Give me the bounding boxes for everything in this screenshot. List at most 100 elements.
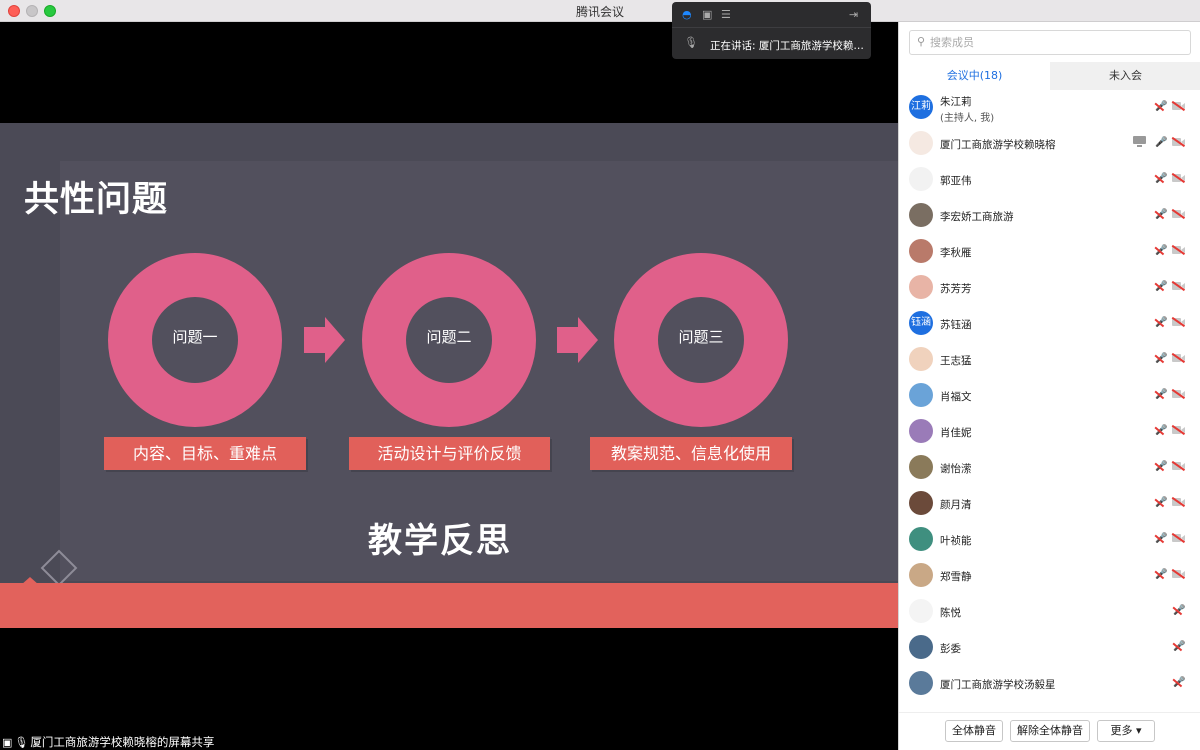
member-name: 郭亚伟 — [940, 175, 972, 187]
member-row[interactable]: 肖福文 🎤 — [899, 378, 1200, 414]
mic-muted-icon[interactable]: 🎤 — [1154, 425, 1167, 436]
mic-muted-icon[interactable]: 🎤 — [1154, 461, 1167, 472]
camera-off-icon[interactable] — [1171, 352, 1186, 363]
mute-slash — [1154, 498, 1165, 507]
member-row[interactable]: 厦门工商旅游学校汤毅星 🎤 — [899, 666, 1200, 702]
member-name: 李秋雁 — [940, 247, 972, 259]
mic-muted-icon[interactable]: 🎤 — [1154, 353, 1167, 364]
member-row[interactable]: 李秋雁 🎤 — [899, 234, 1200, 270]
panel-footer: 全体静音 解除全体静音 更多 ▾ — [899, 712, 1200, 750]
avatar — [909, 455, 933, 479]
camera-off-icon[interactable] — [1171, 424, 1186, 435]
avatar — [909, 599, 933, 623]
member-row[interactable]: 颜月清 🎤 — [899, 486, 1200, 522]
camera-slash — [1171, 568, 1186, 579]
mic-muted-icon[interactable]: 🎤 — [1172, 641, 1185, 652]
mute-slash — [1154, 282, 1165, 291]
mic-muted-icon[interactable]: 🎤 — [1154, 209, 1167, 220]
member-row[interactable]: 李宏娇工商旅游 🎤 — [899, 198, 1200, 234]
mic-muted-icon[interactable]: 🎤 — [1154, 533, 1167, 544]
gallery-view-icon[interactable]: ◓ — [682, 8, 692, 21]
window-title: 腾讯会议 — [575, 5, 624, 19]
member-search[interactable]: ⚲ — [909, 30, 1191, 55]
tag-2: 活动设计与评价反馈 — [349, 437, 550, 470]
camera-slash — [1171, 244, 1186, 255]
share-status-label: ▣ 🎙 厦门工商旅游学校赖晓榕的屏幕共享 — [2, 734, 214, 750]
mute-slash — [1154, 102, 1165, 111]
member-row[interactable]: 陈悦 🎤 — [899, 594, 1200, 630]
search-input[interactable] — [930, 34, 1180, 51]
member-row[interactable]: 苏芳芳 🎤 — [899, 270, 1200, 306]
avatar — [909, 131, 933, 155]
mic-on-icon[interactable]: 🎤 — [1155, 137, 1167, 148]
mute-slash — [1172, 606, 1183, 615]
member-name: 肖福文 — [940, 391, 972, 403]
avatar — [909, 563, 933, 587]
camera-off-icon[interactable] — [1171, 532, 1186, 543]
mic-muted-icon[interactable]: 🎤 — [1154, 317, 1167, 328]
mute-slash — [1154, 462, 1165, 471]
mic-muted-icon[interactable]: 🎤 — [1172, 677, 1185, 688]
screen-share-icon — [1133, 136, 1147, 147]
camera-off-icon[interactable] — [1171, 496, 1186, 507]
member-row[interactable]: 彭委 🎤 — [899, 630, 1200, 666]
camera-off-icon[interactable] — [1171, 568, 1186, 579]
camera-off-icon[interactable] — [1171, 208, 1186, 219]
camera-off-icon[interactable] — [1171, 388, 1186, 399]
ring-label-2: 问题二 — [426, 328, 472, 346]
mic-muted-icon[interactable]: 🎤 — [1154, 281, 1167, 292]
camera-slash — [1171, 532, 1186, 543]
camera-slash — [1171, 352, 1186, 363]
list-view-icon[interactable]: ☰ — [721, 8, 731, 21]
member-row[interactable]: 钰涵苏钰涵 🎤 — [899, 306, 1200, 342]
mic-muted-icon[interactable]: 🎤 — [1154, 389, 1167, 400]
camera-off-icon[interactable] — [1171, 100, 1186, 111]
tab-not-joined[interactable]: 未入会 — [1050, 62, 1200, 90]
camera-off-icon[interactable] — [1171, 244, 1186, 255]
camera-off-icon[interactable] — [1171, 460, 1186, 471]
mute-slash — [1154, 570, 1165, 579]
camera-off-icon[interactable] — [1171, 172, 1186, 183]
mute-all-button[interactable]: 全体静音 — [945, 720, 1003, 742]
member-row[interactable]: 谢怡潆 🎤 — [899, 450, 1200, 486]
camera-off-icon[interactable] — [1171, 136, 1186, 147]
member-row[interactable]: 王志猛 🎤 — [899, 342, 1200, 378]
camera-slash — [1171, 136, 1186, 147]
camera-slash — [1171, 280, 1186, 291]
unmute-all-button[interactable]: 解除全体静音 — [1010, 720, 1090, 742]
tab-in-meeting[interactable]: 会议中(18) — [899, 62, 1050, 90]
member-row[interactable]: 叶祯能 🎤 — [899, 522, 1200, 558]
member-row[interactable]: 厦门工商旅游学校赖晓榕 🎤 — [899, 126, 1200, 162]
window-view-icon[interactable]: ▣ — [702, 8, 712, 21]
avatar — [909, 635, 933, 659]
avatar — [909, 347, 933, 371]
avatar — [909, 239, 933, 263]
slide-subtitle: 教学反思 — [368, 521, 512, 561]
arrow-2 — [557, 327, 579, 353]
avatar — [909, 491, 933, 515]
mic-muted-icon[interactable]: 🎤 — [1154, 569, 1167, 580]
mic-muted-icon[interactable]: 🎤 — [1154, 173, 1167, 184]
mic-muted-icon[interactable]: 🎤 — [1172, 605, 1185, 616]
collapse-icon[interactable]: ⇥ — [849, 8, 858, 21]
avatar — [909, 671, 933, 695]
ring-label-3: 问题三 — [678, 328, 724, 346]
member-row[interactable]: 郑雪静 🎤 — [899, 558, 1200, 594]
arrow-head-2 — [578, 317, 598, 363]
mute-slash — [1154, 318, 1165, 327]
member-row[interactable]: 郭亚伟 🎤 — [899, 162, 1200, 198]
members-panel: ⚲ 会议中(18) 未入会 江莉朱江莉 (主持人, 我) 🎤 厦门工商旅游学校赖晓榕 🎤… — [898, 22, 1200, 750]
screen-share-icon: ▣ — [2, 736, 13, 749]
mic-muted-icon[interactable]: 🎤 — [1154, 497, 1167, 508]
mute-slash — [1172, 678, 1183, 687]
mic-muted-icon[interactable]: 🎤 — [1154, 101, 1167, 112]
camera-slash — [1171, 100, 1186, 111]
mic-muted-icon[interactable]: 🎤 — [1154, 245, 1167, 256]
member-name: 郑雪静 — [940, 571, 972, 583]
tag-1: 内容、目标、重难点 — [104, 437, 306, 470]
member-row[interactable]: 江莉朱江莉 (主持人, 我) 🎤 — [899, 90, 1200, 126]
camera-off-icon[interactable] — [1171, 316, 1186, 327]
more-button[interactable]: 更多 ▾ — [1097, 720, 1155, 742]
member-row[interactable]: 肖佳妮 🎤 — [899, 414, 1200, 450]
camera-off-icon[interactable] — [1171, 280, 1186, 291]
